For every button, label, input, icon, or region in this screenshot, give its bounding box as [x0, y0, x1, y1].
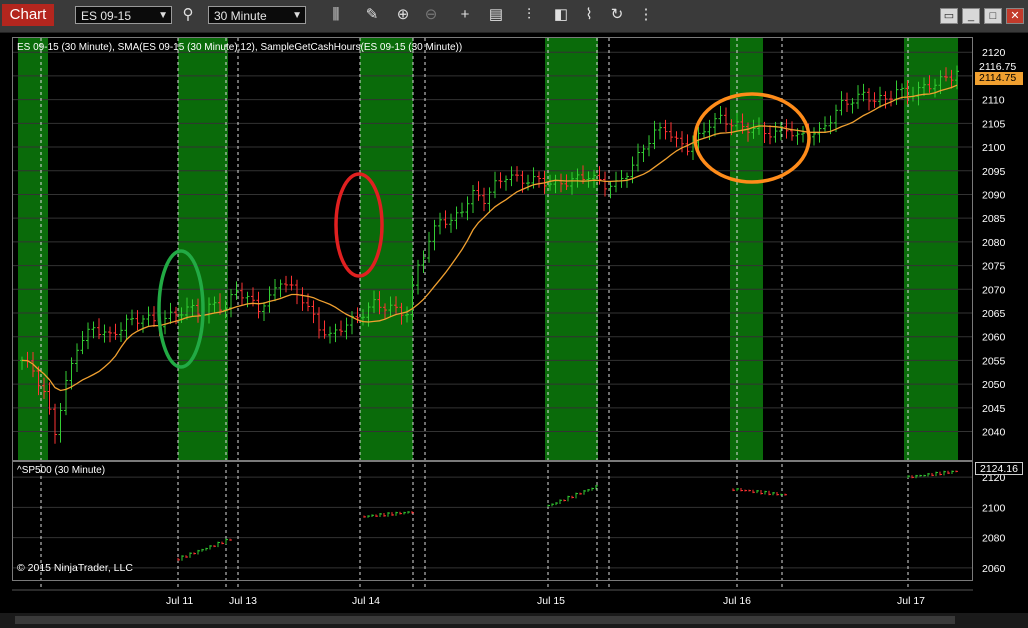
copyright-text: © 2015 NinjaTrader, LLC	[17, 562, 133, 574]
x-label-jul-14: Jul 14	[352, 595, 381, 607]
sp500-axis-label: 2060	[982, 563, 1006, 575]
price-axis-label: 2080	[982, 237, 1006, 249]
sp500-panel	[12, 461, 973, 581]
x-label-jul-11: Jul 11	[166, 595, 194, 607]
x-label-jul-17: Jul 17	[897, 595, 926, 607]
price-axis-label: 2055	[982, 355, 1006, 367]
sp500-last-price-tag: 2124.16	[975, 462, 1023, 475]
price-axis-label: 2070	[982, 284, 1006, 296]
price-axis-label: 2120	[982, 47, 1006, 59]
sp500-panel-title: ^SP500 (30 Minute)	[17, 465, 106, 476]
price-axis-label: 2095	[982, 166, 1006, 178]
x-label-jul-13: Jul 13	[229, 595, 258, 607]
x-label-jul-15: Jul 15	[537, 595, 566, 607]
price-axis-label: 2085	[982, 213, 1006, 225]
price-axis-label: 2050	[982, 379, 1006, 391]
sp500-axis-label: 2080	[982, 533, 1006, 545]
price-axis-label: 2040	[982, 427, 1006, 439]
price-axis-label: 2045	[982, 403, 1006, 415]
price-panel-title: ES 09-15 (30 Minute), SMA(ES 09-15 (30 M…	[17, 42, 463, 53]
price-axis-label: 2065	[982, 308, 1006, 320]
price-axis-label: 2060	[982, 332, 1006, 344]
sp500-axis-label: 2100	[982, 502, 1006, 514]
price-axis-label: 2100	[982, 142, 1006, 154]
price-axis-label: 2090	[982, 189, 1006, 201]
scrollbar-thumb	[15, 616, 955, 624]
price-axis-label: 2075	[982, 261, 1006, 273]
price-axis-label: 2105	[982, 118, 1006, 130]
price-axis-label: 2110	[982, 95, 1005, 107]
price-panel	[12, 37, 973, 461]
x-label-jul-16: Jul 16	[723, 595, 752, 607]
sma-price-tag: 2114.75	[975, 72, 1023, 85]
